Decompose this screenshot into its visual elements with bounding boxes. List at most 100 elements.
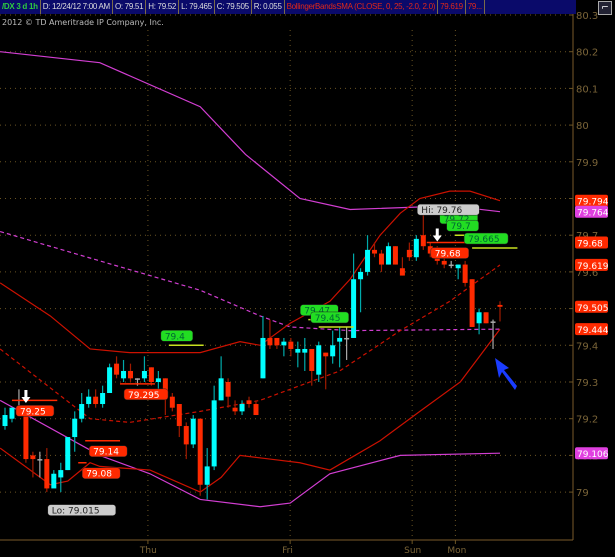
candle: [330, 345, 336, 357]
candle: [86, 396, 92, 405]
candle: [197, 418, 203, 485]
candle: [476, 312, 482, 324]
y-tick-label: 80.1: [576, 84, 598, 95]
study-value-1: 79.619: [438, 0, 466, 14]
candle: [79, 404, 85, 419]
candle: [372, 249, 378, 254]
x-tick-label: Mon: [447, 546, 466, 556]
candle: [134, 378, 140, 380]
price-axis-label: 79.68: [577, 240, 603, 250]
red-level-label: 79.14: [93, 448, 119, 458]
candle: [260, 337, 266, 379]
range-readout: R: 0.055: [252, 0, 285, 14]
price-axis-label: 79.444: [577, 326, 609, 336]
candle: [295, 348, 301, 353]
symbol-label[interactable]: /DX 3 d 1h: [0, 0, 41, 14]
candle: [392, 246, 398, 265]
bollinger-lower-band: [0, 328, 501, 493]
y-tick-label: 80: [576, 121, 589, 132]
candle: [358, 271, 364, 280]
candle: [483, 312, 489, 324]
x-tick-label: Fri: [282, 546, 293, 556]
candle: [204, 466, 210, 485]
candle: [51, 473, 57, 489]
price-chart[interactable]: 80.380.280.18079.979.879.779.679.579.479…: [0, 0, 615, 557]
candle: [148, 367, 154, 382]
study-value-2: 79...: [466, 0, 485, 14]
candle: [2, 415, 8, 427]
candle: [44, 459, 50, 489]
candle: [190, 418, 196, 445]
candle: [316, 345, 322, 375]
candle: [225, 382, 231, 397]
candle: [378, 253, 384, 265]
x-tick-label: Sun: [404, 546, 421, 556]
candle: [93, 396, 99, 405]
price-axis-label: 79.505: [577, 304, 609, 314]
green-level-label: 79.7: [451, 222, 471, 232]
candle: [218, 378, 224, 401]
candle: [169, 396, 175, 408]
low-marker: Lo: 79.015: [52, 507, 100, 517]
candle: [399, 268, 405, 276]
candle: [302, 348, 308, 353]
candle: [183, 426, 189, 445]
copyright-text: 2012 © TD Ameritrade IP Company, Inc.: [2, 18, 164, 27]
candle: [37, 459, 43, 461]
y-tick-label: 79.4: [576, 341, 598, 352]
candle: [351, 279, 357, 338]
candle: [176, 404, 182, 427]
red-level-label: 79.295: [128, 391, 160, 401]
candle: [469, 279, 475, 327]
candle: [441, 260, 447, 265]
date-readout: D: 12/24/12 7:00 AM: [41, 0, 113, 14]
candle: [274, 337, 280, 346]
annotation-arrow-icon: [495, 358, 517, 390]
price-axis-label: 79.619: [577, 262, 609, 272]
red-level-label: 79.25: [20, 407, 46, 417]
candle: [309, 348, 315, 371]
chart-header: /DX 3 d 1h D: 12/24/12 7:00 AM O: 79.51 …: [0, 0, 576, 14]
candle: [100, 393, 106, 405]
candle: [497, 304, 503, 307]
candle: [114, 363, 120, 375]
candle: [448, 264, 454, 267]
candle: [365, 249, 371, 272]
chart-style-toggle-icon[interactable]: ⌐: [598, 1, 612, 15]
candle: [9, 407, 15, 419]
x-tick-label: Thu: [139, 546, 157, 556]
high-marker: Hi: 79.76: [421, 206, 462, 216]
close-readout: C: 79.505: [215, 0, 252, 14]
red-level-label: 79.68: [435, 250, 461, 260]
candle: [462, 264, 468, 283]
y-tick-label: 79.2: [576, 415, 598, 426]
candle: [107, 367, 113, 394]
candle: [30, 455, 36, 460]
candle: [253, 404, 259, 416]
candle: [239, 404, 245, 412]
candle: [246, 400, 252, 405]
y-tick-label: 80.3: [576, 11, 598, 22]
price-axis-label: 79.106: [577, 450, 609, 460]
candle: [141, 370, 147, 379]
red-level-label: 79.08: [86, 470, 112, 480]
candle: [344, 337, 350, 340]
candle: [72, 418, 78, 438]
green-level-label: 79.4: [165, 332, 185, 342]
y-tick-label: 80.2: [576, 48, 598, 59]
candle: [65, 437, 71, 471]
candle: [406, 249, 412, 258]
candle: [337, 337, 343, 342]
candle: [281, 341, 287, 346]
price-axis-label: 79.764: [577, 209, 609, 219]
y-tick-label: 79: [576, 488, 589, 499]
candle: [155, 378, 161, 382]
candle: [58, 470, 64, 478]
green-level-label: 79.45: [315, 314, 341, 324]
candle: [413, 238, 419, 258]
high-readout: H: 79.52: [146, 0, 180, 14]
study-label[interactable]: BollingerBandsSMA (CLOSE, 0, 25, -2.0, 2…: [285, 0, 439, 14]
sma-upper-line: [0, 51, 501, 213]
candle: [490, 321, 496, 323]
candle: [323, 352, 329, 357]
